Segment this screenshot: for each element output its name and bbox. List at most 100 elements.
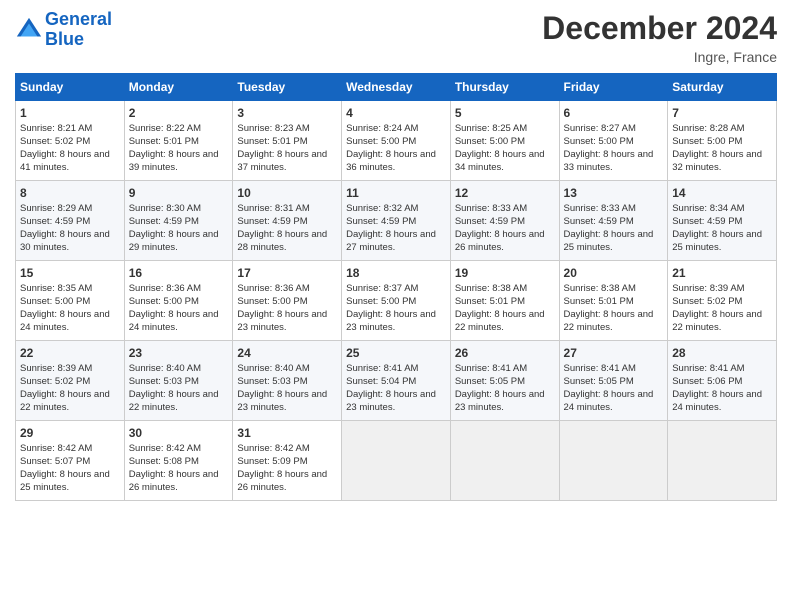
calendar-week-row: 29Sunrise: 8:42 AMSunset: 5:07 PMDayligh… [16,421,777,501]
day-info-line: Sunrise: 8:41 AM [455,363,555,376]
day-info-line: Daylight: 8 hours and 22 minutes. [672,309,772,335]
calendar-cell [668,421,777,501]
day-info-line: Sunset: 5:00 PM [455,136,555,149]
day-info-line: Sunset: 4:59 PM [346,216,446,229]
day-info-line: Daylight: 8 hours and 23 minutes. [455,389,555,415]
day-info-line: Sunset: 5:08 PM [129,456,229,469]
calendar-week-row: 1Sunrise: 8:21 AMSunset: 5:02 PMDaylight… [16,101,777,181]
calendar-cell [342,421,451,501]
calendar-cell: 26Sunrise: 8:41 AMSunset: 5:05 PMDayligh… [450,341,559,421]
day-info-line: Daylight: 8 hours and 24 minutes. [564,389,664,415]
col-header-wednesday: Wednesday [342,74,451,101]
day-info-line: Sunset: 5:01 PM [129,136,229,149]
day-number: 11 [346,185,446,201]
col-header-friday: Friday [559,74,668,101]
day-info-line: Sunrise: 8:32 AM [346,203,446,216]
day-info-line: Sunrise: 8:37 AM [346,283,446,296]
day-info-line: Sunset: 5:00 PM [564,136,664,149]
logo-line1: General [45,9,112,29]
day-info-line: Daylight: 8 hours and 25 minutes. [20,469,120,495]
day-info-line: Sunrise: 8:42 AM [20,443,120,456]
day-info-line: Daylight: 8 hours and 26 minutes. [129,469,229,495]
day-info-line: Sunset: 5:01 PM [237,136,337,149]
day-info-line: Daylight: 8 hours and 34 minutes. [455,149,555,175]
day-info-line: Sunset: 4:59 PM [129,216,229,229]
day-number: 21 [672,265,772,281]
day-info-line: Sunset: 4:59 PM [455,216,555,229]
calendar-cell: 18Sunrise: 8:37 AMSunset: 5:00 PMDayligh… [342,261,451,341]
calendar-cell: 17Sunrise: 8:36 AMSunset: 5:00 PMDayligh… [233,261,342,341]
calendar-cell: 5Sunrise: 8:25 AMSunset: 5:00 PMDaylight… [450,101,559,181]
calendar-cell: 13Sunrise: 8:33 AMSunset: 4:59 PMDayligh… [559,181,668,261]
calendar-cell: 4Sunrise: 8:24 AMSunset: 5:00 PMDaylight… [342,101,451,181]
day-info-line: Daylight: 8 hours and 23 minutes. [237,309,337,335]
day-info-line: Daylight: 8 hours and 24 minutes. [672,389,772,415]
day-info-line: Daylight: 8 hours and 22 minutes. [455,309,555,335]
page-container: General Blue December 2024 Ingre, France… [0,0,792,511]
day-info-line: Sunrise: 8:25 AM [455,123,555,136]
day-number: 27 [564,345,664,361]
day-number: 4 [346,105,446,121]
day-number: 26 [455,345,555,361]
day-info-line: Sunset: 5:09 PM [237,456,337,469]
logo: General Blue [15,10,112,50]
day-info-line: Daylight: 8 hours and 36 minutes. [346,149,446,175]
day-info-line: Sunrise: 8:29 AM [20,203,120,216]
day-info-line: Daylight: 8 hours and 22 minutes. [20,389,120,415]
calendar-cell [559,421,668,501]
day-number: 3 [237,105,337,121]
day-info-line: Sunset: 5:07 PM [20,456,120,469]
day-info-line: Sunrise: 8:40 AM [237,363,337,376]
day-number: 1 [20,105,120,121]
calendar-cell: 15Sunrise: 8:35 AMSunset: 5:00 PMDayligh… [16,261,125,341]
day-info-line: Daylight: 8 hours and 39 minutes. [129,149,229,175]
calendar-cell: 6Sunrise: 8:27 AMSunset: 5:00 PMDaylight… [559,101,668,181]
day-info-line: Sunrise: 8:42 AM [129,443,229,456]
logo-icon [15,16,43,44]
day-info-line: Sunrise: 8:22 AM [129,123,229,136]
day-info-line: Daylight: 8 hours and 22 minutes. [564,309,664,335]
day-info-line: Daylight: 8 hours and 27 minutes. [346,229,446,255]
day-info-line: Sunrise: 8:35 AM [20,283,120,296]
title-block: December 2024 Ingre, France [542,10,777,65]
day-number: 6 [564,105,664,121]
calendar-cell: 27Sunrise: 8:41 AMSunset: 5:05 PMDayligh… [559,341,668,421]
day-info-line: Sunset: 4:59 PM [672,216,772,229]
day-number: 23 [129,345,229,361]
calendar-cell: 11 Sunrise: 8:32 AMSunset: 4:59 PMDayligh… [342,181,451,261]
day-number: 12 [455,185,555,201]
day-info-line: Sunset: 4:59 PM [237,216,337,229]
day-info-line: Sunrise: 8:33 AM [455,203,555,216]
day-info-line: Daylight: 8 hours and 37 minutes. [237,149,337,175]
day-info-line: Sunset: 4:59 PM [564,216,664,229]
day-info-line: Sunrise: 8:36 AM [237,283,337,296]
calendar-cell: 10Sunrise: 8:31 AMSunset: 4:59 PMDayligh… [233,181,342,261]
day-info-line: Sunrise: 8:39 AM [20,363,120,376]
calendar-cell: 19Sunrise: 8:38 AMSunset: 5:01 PMDayligh… [450,261,559,341]
col-header-monday: Monday [124,74,233,101]
day-info-line: Sunset: 5:02 PM [20,376,120,389]
day-info-line: Sunset: 5:06 PM [672,376,772,389]
calendar-cell: 21Sunrise: 8:39 AMSunset: 5:02 PMDayligh… [668,261,777,341]
day-number: 15 [20,265,120,281]
day-info-line: Sunset: 5:03 PM [237,376,337,389]
day-info-line: Sunrise: 8:41 AM [564,363,664,376]
day-number: 13 [564,185,664,201]
col-header-tuesday: Tuesday [233,74,342,101]
calendar-cell: 24Sunrise: 8:40 AMSunset: 5:03 PMDayligh… [233,341,342,421]
day-info-line: Daylight: 8 hours and 26 minutes. [237,469,337,495]
calendar-cell: 7Sunrise: 8:28 AMSunset: 5:00 PMDaylight… [668,101,777,181]
calendar-table: SundayMondayTuesdayWednesdayThursdayFrid… [15,73,777,501]
calendar-cell: 25Sunrise: 8:41 AMSunset: 5:04 PMDayligh… [342,341,451,421]
day-info-line: Sunrise: 8:21 AM [20,123,120,136]
day-info-line: Daylight: 8 hours and 24 minutes. [129,309,229,335]
day-info-line: Sunset: 5:04 PM [346,376,446,389]
calendar-cell: 3Sunrise: 8:23 AMSunset: 5:01 PMDaylight… [233,101,342,181]
logo-line2: Blue [45,29,84,49]
col-header-thursday: Thursday [450,74,559,101]
day-number: 25 [346,345,446,361]
calendar-cell: 16Sunrise: 8:36 AMSunset: 5:00 PMDayligh… [124,261,233,341]
calendar-week-row: 8Sunrise: 8:29 AMSunset: 4:59 PMDaylight… [16,181,777,261]
day-number: 22 [20,345,120,361]
calendar-cell: 1Sunrise: 8:21 AMSunset: 5:02 PMDaylight… [16,101,125,181]
